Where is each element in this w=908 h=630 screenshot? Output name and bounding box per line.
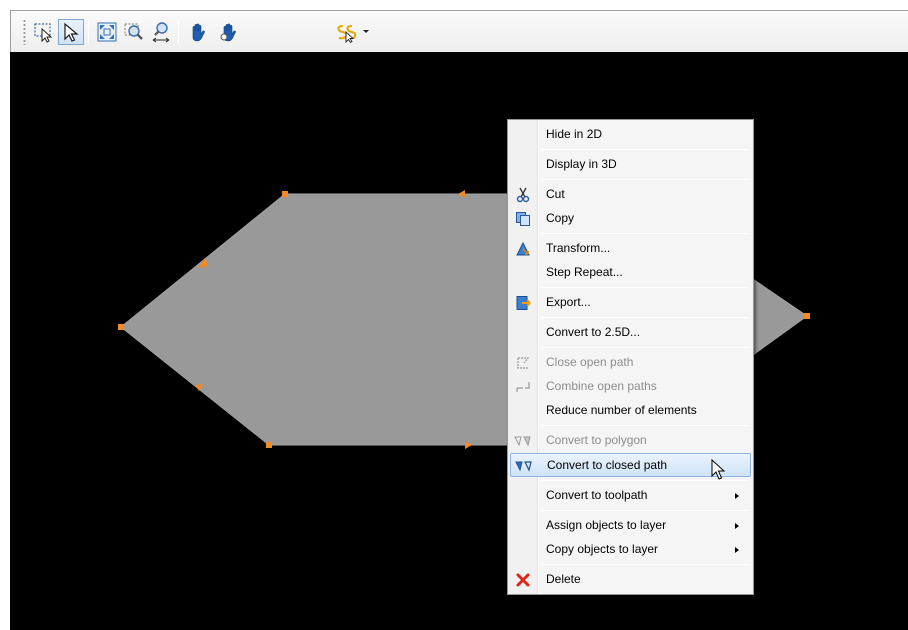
copy-icon [513, 209, 533, 229]
node-point[interactable] [282, 191, 288, 197]
canvas-drawing [118, 190, 810, 449]
menu-item-combine-open-paths: Combine open paths [510, 375, 751, 399]
polygon-icon [513, 431, 533, 451]
menu-item-step-repeat[interactable]: Step Repeat... [510, 261, 751, 285]
menu-item-transform[interactable]: Transform... [510, 237, 751, 261]
node-point[interactable] [118, 324, 124, 330]
zoom-extents-button[interactable] [94, 19, 120, 45]
menu-item-hide-in-2d[interactable]: Hide in 2D [510, 123, 751, 147]
menu-item-export[interactable]: Export... [510, 291, 751, 315]
menu-item-convert-to-polygon: Convert to polygon [510, 429, 751, 453]
select-arrow-button[interactable] [58, 19, 84, 45]
export-icon [513, 293, 533, 313]
submenu-arrow-icon [735, 523, 739, 529]
menu-item-convert-to-toolpath[interactable]: Convert to toolpath [510, 484, 751, 508]
snap-options-button[interactable] [333, 19, 359, 45]
menu-item-copy-objects-to-layer[interactable]: Copy objects to layer [510, 538, 751, 562]
drawing-canvas[interactable] [10, 52, 908, 630]
menu-item-close-open-path: Close open path [510, 351, 751, 375]
toolbar-grip[interactable] [23, 19, 26, 45]
select-region-button[interactable] [31, 19, 57, 45]
menu-item-cut[interactable]: Cut [510, 183, 751, 207]
zoom-window-button[interactable] [121, 19, 147, 45]
transform-icon [513, 239, 533, 259]
snap-options-dropdown-arrow[interactable] [363, 30, 369, 33]
menu-item-display-in-3d[interactable]: Display in 3D [510, 153, 751, 177]
zoom-pan-icon [152, 22, 170, 43]
menu-item-convert-to-25d[interactable]: Convert to 2.5D... [510, 321, 751, 345]
node-point[interactable] [804, 313, 810, 319]
menu-item-delete[interactable]: Delete [510, 568, 751, 592]
zoom-window-icon [124, 23, 143, 40]
delete-x-icon [513, 570, 533, 590]
zoom-extents-icon [97, 22, 117, 42]
menu-item-assign-objects-to-layer[interactable]: Assign objects to layer [510, 514, 751, 538]
submenu-arrow-icon [735, 493, 739, 499]
pan-hand-icon [192, 23, 205, 42]
select-region-icon [34, 23, 53, 43]
closed-path-icon [514, 456, 534, 476]
select-arrow-icon [64, 22, 79, 42]
scissors-icon [513, 185, 533, 205]
zoom-pan-button[interactable] [148, 19, 174, 45]
pan-hand-alt-button[interactable] [216, 19, 242, 45]
menu-item-copy[interactable]: Copy [510, 207, 751, 231]
context-menu: Hide in 2D Display in 3D Cut Copy Transf… [507, 119, 754, 595]
close-path-icon [513, 353, 533, 373]
mouse-cursor-icon [711, 459, 726, 480]
snap-options-icon [337, 25, 357, 43]
view-toolbar [11, 11, 908, 53]
node-point[interactable] [266, 442, 272, 448]
menu-item-reduce-elements[interactable]: Reduce number of elements [510, 399, 751, 423]
combine-paths-icon [513, 377, 533, 397]
pan-hand-button[interactable] [185, 19, 211, 45]
pan-hand-alt-icon [220, 23, 236, 42]
submenu-arrow-icon [735, 547, 739, 553]
